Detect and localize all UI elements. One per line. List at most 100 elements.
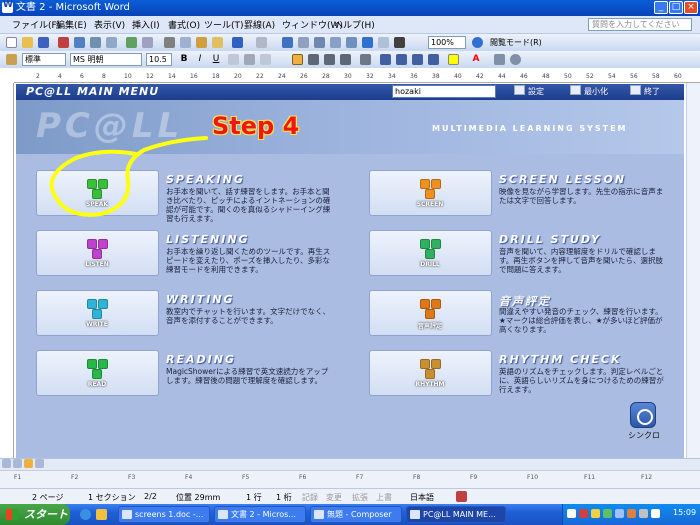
insert-excel-icon[interactable] — [330, 37, 341, 48]
font-color-icon[interactable]: A — [470, 53, 482, 65]
display-icon[interactable] — [651, 509, 660, 518]
spell-status-icon[interactable] — [456, 491, 467, 502]
document-map-icon[interactable] — [378, 37, 389, 48]
module-tile-screen[interactable]: SCREEN — [369, 170, 492, 216]
tables-borders-icon[interactable] — [298, 37, 309, 48]
module-tile-speak[interactable]: SPEAK — [36, 170, 159, 216]
task-composer[interactable]: 無題 - Composer — [310, 506, 402, 523]
sync-button[interactable] — [630, 402, 656, 428]
function-key-5[interactable]: F5 — [242, 474, 249, 481]
decrease-indent-icon[interactable] — [412, 54, 423, 65]
module-tile-module5[interactable]: 音声評定 — [369, 290, 492, 336]
settings-button[interactable]: 設定 — [514, 85, 544, 98]
highlight-icon[interactable] — [448, 54, 459, 65]
menu-table[interactable]: 罫線(A) — [244, 18, 275, 31]
module-title-read[interactable]: READING — [166, 353, 236, 366]
redo-icon[interactable] — [256, 37, 267, 48]
print-preview-icon[interactable] — [106, 37, 117, 48]
menu-edit[interactable]: 編集(E) — [56, 18, 87, 31]
increase-indent-icon[interactable] — [428, 54, 439, 65]
help-search-input[interactable]: 質問を入力してください — [588, 18, 692, 31]
print-layout-icon[interactable] — [24, 459, 33, 468]
update-icon[interactable] — [627, 509, 636, 518]
zoom-select[interactable]: 100% — [428, 36, 466, 49]
bold-button[interactable]: B — [178, 53, 190, 65]
menu-file[interactable]: ファイル(F) — [12, 18, 60, 31]
save-icon[interactable] — [38, 37, 49, 48]
task-word-doc2[interactable]: 文書 2 - Micros... — [214, 506, 306, 523]
character-shading-icon[interactable] — [244, 54, 255, 65]
show-hide-icon[interactable] — [394, 37, 405, 48]
module-tile-write[interactable]: WRITE — [36, 290, 159, 336]
explorer-quicklaunch-icon[interactable] — [96, 509, 107, 520]
research-icon[interactable] — [142, 37, 153, 48]
menu-insert[interactable]: 挿入(I) — [132, 18, 160, 31]
usb-icon[interactable] — [639, 509, 648, 518]
function-key-12[interactable]: F12 — [641, 474, 652, 481]
hyperlink-icon[interactable] — [282, 37, 293, 48]
ie-quicklaunch-icon[interactable] — [80, 509, 91, 520]
horizontal-ruler[interactable]: 2 4 6 8 10 12 14 16 18 20 22 24 26 28 30 32 34 36 38 40 42 44… — [14, 70, 700, 83]
columns-icon[interactable] — [346, 37, 357, 48]
minimize-app-button[interactable]: 最小化 — [570, 85, 608, 98]
horizontal-scrollbar[interactable] — [0, 458, 700, 470]
permission-icon[interactable] — [58, 37, 69, 48]
function-key-8[interactable]: F8 — [413, 474, 420, 481]
help-icon[interactable] — [472, 37, 483, 48]
function-key-10[interactable]: F10 — [527, 474, 538, 481]
module-tile-listen[interactable]: LISTEN — [36, 230, 159, 276]
normal-view-icon[interactable] — [2, 459, 11, 468]
line-spacing-icon[interactable] — [360, 54, 371, 65]
menu-help[interactable]: ヘルプ(H) — [334, 18, 375, 31]
function-key-11[interactable]: F11 — [584, 474, 595, 481]
maximize-window-button[interactable]: □ — [669, 1, 683, 14]
function-key-3[interactable]: F3 — [128, 474, 135, 481]
module-tile-read[interactable]: READ — [36, 350, 159, 396]
phonetic-guide-icon[interactable] — [260, 54, 271, 65]
format-painter-icon[interactable] — [212, 37, 223, 48]
minimize-window-button[interactable]: _ — [654, 1, 668, 14]
module-title-listen[interactable]: LISTENING — [166, 233, 250, 246]
module-tile-drill[interactable]: DRILL — [369, 230, 492, 276]
module-tile-rhythm[interactable]: RHYTHM — [369, 350, 492, 396]
function-key-9[interactable]: F9 — [470, 474, 477, 481]
menu-view[interactable]: 表示(V) — [94, 18, 125, 31]
module-title-screen[interactable]: SCREEN LESSON — [499, 173, 626, 186]
styles-icon[interactable] — [6, 54, 17, 65]
insert-table-icon[interactable] — [314, 37, 325, 48]
new-document-icon[interactable] — [6, 37, 17, 48]
character-border-icon[interactable] — [228, 54, 239, 65]
align-right-icon[interactable] — [324, 54, 335, 65]
print-icon[interactable] — [90, 37, 101, 48]
function-key-2[interactable]: F2 — [71, 474, 78, 481]
numbering-icon[interactable] — [380, 54, 391, 65]
document-vertical-scrollbar[interactable] — [686, 83, 700, 463]
font-size-select[interactable]: 10.5 — [146, 53, 172, 66]
align-justify-icon[interactable] — [292, 54, 303, 65]
vertical-ruler[interactable] — [0, 83, 14, 458]
encircle-icon[interactable] — [494, 54, 505, 65]
web-view-icon[interactable] — [13, 459, 22, 468]
cut-icon[interactable] — [164, 37, 175, 48]
undo-icon[interactable] — [232, 37, 243, 48]
reading-mode-button[interactable]: 閲覧モード(R) — [490, 37, 542, 48]
underline-button[interactable]: U — [210, 53, 222, 65]
style-select[interactable]: 標準 — [22, 53, 66, 66]
options-icon[interactable] — [510, 54, 521, 65]
bullets-icon[interactable] — [396, 54, 407, 65]
close-window-button[interactable]: × — [684, 1, 698, 14]
distributed-icon[interactable] — [340, 54, 351, 65]
module-title-write[interactable]: WRITING — [166, 293, 235, 306]
task-pcall[interactable]: PC@LL MAIN ME... — [406, 506, 506, 523]
function-key-1[interactable]: F1 — [14, 474, 21, 481]
function-key-4[interactable]: F4 — [185, 474, 192, 481]
paste-icon[interactable] — [196, 37, 207, 48]
copy-icon[interactable] — [180, 37, 191, 48]
module-title-drill[interactable]: DRILL STUDY — [499, 233, 601, 246]
function-key-6[interactable]: F6 — [299, 474, 306, 481]
volume-icon[interactable] — [615, 509, 624, 518]
status-trk[interactable]: 変更 — [326, 492, 342, 503]
ime-icon[interactable] — [567, 509, 576, 518]
exit-app-button[interactable]: 終了 — [630, 85, 660, 98]
function-key-7[interactable]: F7 — [356, 474, 363, 481]
